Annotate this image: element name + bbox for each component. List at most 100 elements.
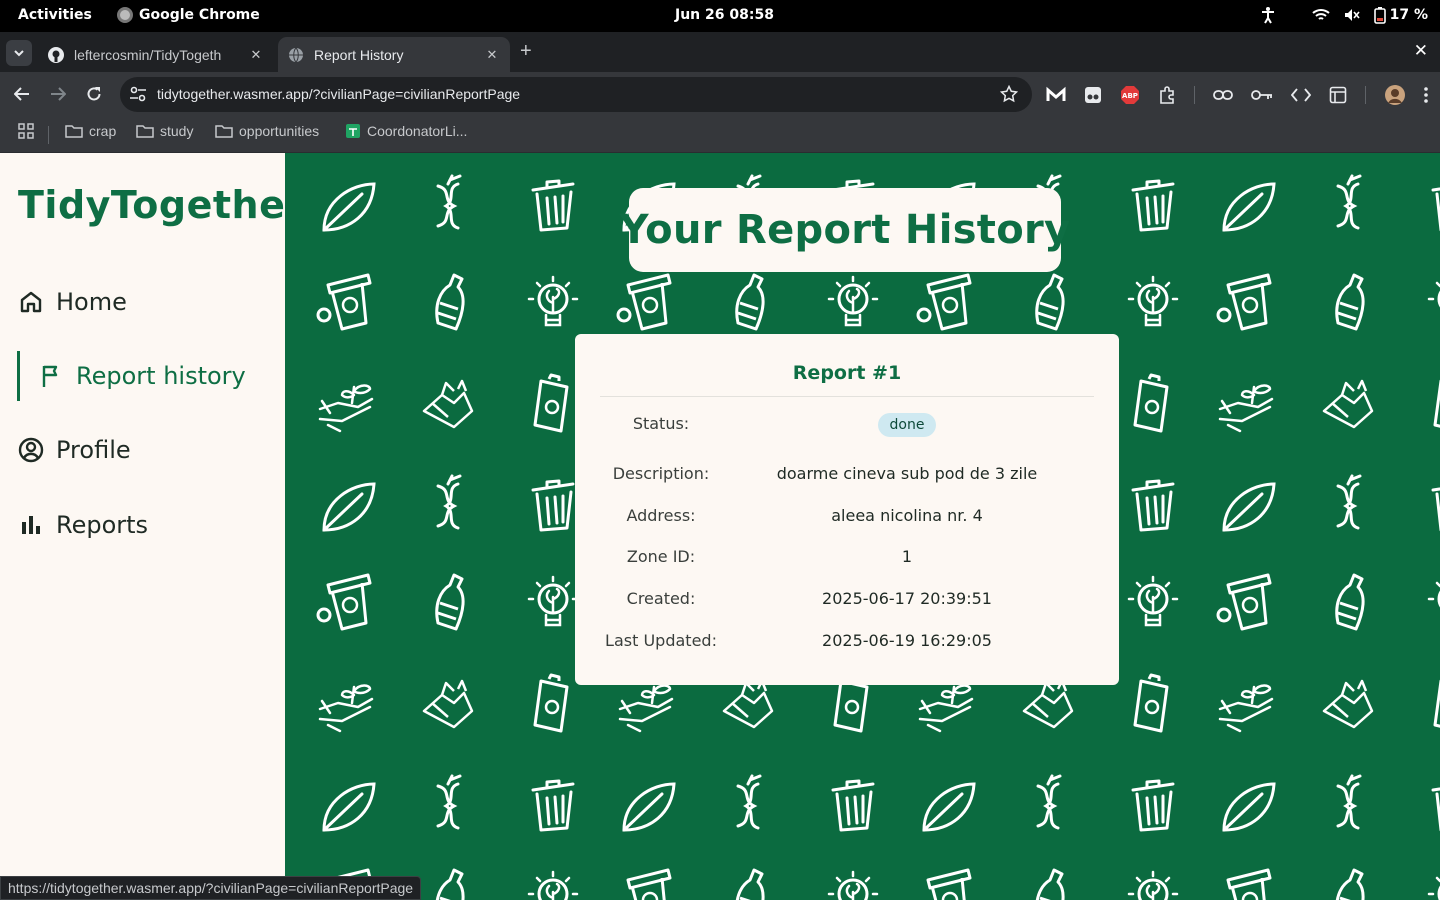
bookmark-star-icon[interactable] <box>1000 85 1018 103</box>
sidebar-item-reports[interactable]: Reports <box>18 505 148 545</box>
bin-pattern-icon <box>531 179 575 232</box>
apps-button[interactable] <box>18 123 34 139</box>
close-tab-icon[interactable]: ✕ <box>484 47 500 63</box>
hand-pattern-icon <box>318 384 374 433</box>
bookmark-label: study <box>160 123 194 139</box>
bookmark-label: opportunities <box>239 123 320 139</box>
report-field-address: Address: aleea nicolina nr. 4 <box>575 502 1119 530</box>
field-value: done <box>747 413 1067 437</box>
back-button[interactable] <box>12 84 32 104</box>
bulb-pattern-icon <box>1127 575 1179 627</box>
system-tray[interactable]: 17 % <box>1260 6 1428 24</box>
divider <box>600 396 1094 397</box>
bookmark-coordonatorli[interactable]: CoordonatorLi... <box>345 123 467 139</box>
bulb-pattern-icon <box>1127 275 1179 327</box>
battery-pattern-icon <box>1133 673 1169 733</box>
sidebar-item-label: Reports <box>56 511 149 539</box>
apple-pattern-icon <box>1036 774 1062 830</box>
volume-muted-icon <box>1344 9 1360 21</box>
sidebar-item-profile[interactable]: Profile <box>18 430 131 470</box>
bottle-pattern-icon <box>435 868 465 900</box>
reload-button[interactable] <box>84 84 104 104</box>
bottle-pattern-icon <box>1035 868 1065 900</box>
bookmark-crap[interactable]: crap <box>65 123 116 139</box>
sidebar-item-label: Profile <box>56 436 131 464</box>
close-tab-icon[interactable]: ✕ <box>248 47 264 63</box>
extensions-puzzle-icon[interactable] <box>1158 86 1176 104</box>
app-menu[interactable]: Google Chrome <box>117 7 260 23</box>
mailbird-extension-icon[interactable] <box>1046 86 1066 104</box>
arrow-left-icon <box>14 87 29 101</box>
cup-pattern-icon <box>316 273 372 331</box>
reload-icon <box>87 87 101 101</box>
browser-toolbar: tidytogether.wasmer.app/?civilianPage=ci… <box>0 72 1440 116</box>
cup-pattern-icon <box>916 273 972 331</box>
leaf-pattern-icon <box>322 482 376 532</box>
bin-pattern-icon <box>531 779 575 832</box>
tab-title: leftercosmin/TidyTogeth <box>74 46 222 63</box>
sidebar-item-report-history[interactable]: Report history <box>17 351 246 401</box>
svg-text:ABP: ABP <box>1122 92 1138 100</box>
field-label: Description: <box>612 464 710 483</box>
apple-pattern-icon <box>436 474 462 530</box>
link-icon[interactable] <box>1213 89 1233 101</box>
report-field-zone-id: Zone ID: 1 <box>575 543 1119 571</box>
apple-pattern-icon <box>436 174 462 230</box>
battery-pattern-icon <box>1433 673 1440 733</box>
tab-github[interactable]: leftercosmin/TidyTogeth ✕ <box>38 37 274 72</box>
battery-icon <box>1373 7 1386 24</box>
extensions-bar: ABP <box>1046 84 1440 106</box>
new-tab-button[interactable]: + <box>520 40 532 63</box>
apps-grid-icon <box>18 123 34 139</box>
password-key-icon[interactable] <box>1251 88 1273 102</box>
field-value: 2025-06-17 20:39:51 <box>822 589 992 608</box>
bookmark-study[interactable]: study <box>136 123 193 139</box>
cup-pattern-icon <box>916 868 972 900</box>
bottle-pattern-icon <box>435 273 465 331</box>
leaf-pattern-icon <box>1222 482 1276 532</box>
close-window-button[interactable]: ✕ <box>1414 41 1428 61</box>
chevron-down-icon <box>14 49 24 56</box>
report-field-status: Status: done <box>575 410 1119 438</box>
chrome-icon <box>117 7 133 23</box>
hand-pattern-icon <box>1218 384 1274 433</box>
leaf-pattern-icon <box>622 782 676 832</box>
cup-pattern-icon <box>1216 573 1272 631</box>
sidebar-item-home[interactable]: Home <box>18 282 127 322</box>
divider <box>1365 86 1366 104</box>
report-title: Report #1 <box>792 362 902 384</box>
bookmark-opportunities[interactable]: opportunities <box>215 123 319 139</box>
home-icon <box>20 291 42 313</box>
pile-pattern-icon <box>422 679 474 729</box>
leaf-pattern-icon <box>922 782 976 832</box>
clock[interactable]: Jun 26 08:58 <box>675 7 774 23</box>
address-bar[interactable]: tidytogether.wasmer.app/?civilianPage=ci… <box>120 77 1032 112</box>
bin-pattern-icon <box>531 479 575 532</box>
side-panel-icon[interactable] <box>1329 86 1347 104</box>
tab-report-history[interactable]: Report History ✕ <box>278 37 510 72</box>
bar-chart-icon <box>22 516 40 534</box>
report-field-created: Created: 2025-06-17 20:39:51 <box>575 585 1119 613</box>
field-value: doarme cineva sub pod de 3 zile <box>776 464 1038 483</box>
site-info-icon[interactable] <box>129 86 147 102</box>
tab-extension-icon[interactable] <box>1084 86 1102 104</box>
tab-search-button[interactable] <box>6 40 32 66</box>
web-page: TidyTogether Home Report history Profile… <box>0 153 1440 900</box>
flag-icon <box>42 365 58 387</box>
bottle-pattern-icon <box>435 573 465 631</box>
forward-button[interactable] <box>48 84 68 104</box>
brand-logo[interactable]: TidyTogether <box>18 183 305 227</box>
adblock-plus-icon[interactable]: ABP <box>1120 85 1140 105</box>
bottle-pattern-icon <box>735 868 765 900</box>
hand-pattern-icon <box>1218 684 1274 733</box>
profile-avatar-icon[interactable] <box>1384 84 1406 106</box>
more-vert-icon[interactable] <box>1424 87 1428 103</box>
bin-pattern-icon <box>1131 179 1175 232</box>
bulb-pattern-icon <box>527 575 579 627</box>
pile-pattern-icon <box>1022 679 1074 729</box>
url-text[interactable]: tidytogether.wasmer.app/?civilianPage=ci… <box>157 86 520 102</box>
page-title: Your Report History <box>619 207 1071 253</box>
activities-button[interactable]: Activities <box>18 7 92 23</box>
code-icon[interactable] <box>1291 88 1311 102</box>
apple-pattern-icon <box>1336 774 1362 830</box>
